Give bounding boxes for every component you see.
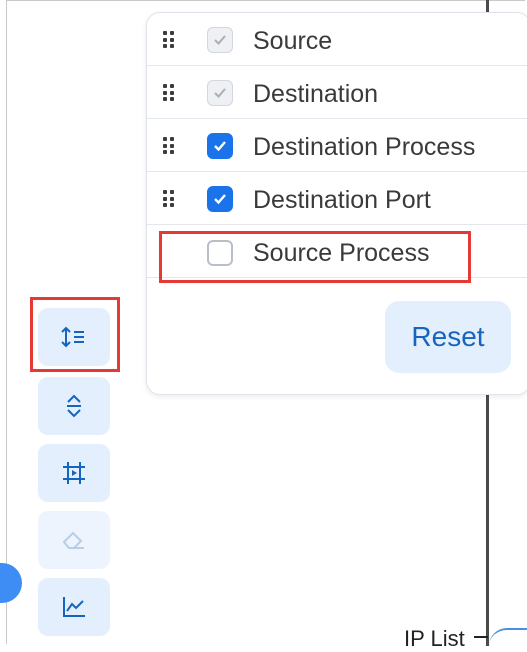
expand-collapse-button[interactable]: [38, 377, 110, 435]
check-icon: [214, 35, 226, 45]
column-checkbox[interactable]: [207, 133, 233, 159]
column-item-source[interactable]: Source: [147, 15, 527, 66]
column-item-label: Destination Process: [253, 133, 476, 161]
column-checkbox: [207, 80, 233, 106]
highlight-box: [159, 231, 471, 283]
reset-button[interactable]: Reset: [385, 301, 511, 373]
column-item-destination-process[interactable]: Destination Process: [147, 121, 527, 172]
drag-handle-icon[interactable]: [163, 84, 175, 102]
drag-handle-icon[interactable]: [163, 31, 175, 49]
check-icon: [214, 194, 226, 205]
graph-edge-tick: [474, 636, 488, 638]
check-icon: [214, 88, 226, 98]
expand-collapse-icon: [67, 394, 81, 418]
fit-frame-button[interactable]: [38, 444, 110, 502]
column-item-destination[interactable]: Destination: [147, 68, 527, 119]
line-chart-icon: [63, 597, 85, 617]
column-chooser-panel: Source Destination Destination Process D…: [146, 12, 527, 395]
drag-handle-icon[interactable]: [163, 137, 175, 155]
highlight-box: [30, 297, 120, 372]
fit-frame-icon: [63, 462, 85, 484]
column-item-destination-port[interactable]: Destination Port: [147, 174, 527, 225]
eraser-icon: [62, 531, 84, 549]
graph-node-label[interactable]: IP List: [404, 626, 465, 652]
eraser-button[interactable]: [38, 511, 110, 569]
column-item-label: Source: [253, 27, 333, 55]
column-checkbox[interactable]: [207, 186, 233, 212]
column-item-label: Destination: [253, 80, 379, 108]
drag-handle-icon[interactable]: [163, 190, 175, 208]
check-icon: [214, 141, 226, 152]
column-item-label: Destination Port: [253, 186, 431, 214]
column-checkbox: [207, 27, 233, 53]
line-chart-button[interactable]: [38, 578, 110, 636]
